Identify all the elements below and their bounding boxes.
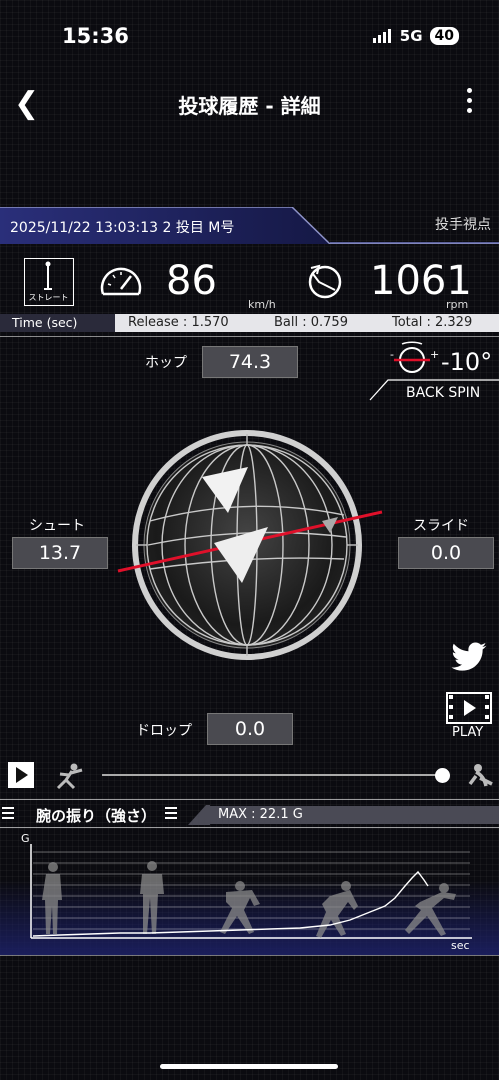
list-icon-right xyxy=(165,807,177,822)
more-menu-icon[interactable] xyxy=(467,88,473,118)
arm-swing-max: MAX : 22.1 G xyxy=(206,806,499,824)
speed-unit: km/h xyxy=(248,298,276,311)
arm-swing-title: 腕の振り（強さ） xyxy=(36,807,157,825)
pitch-type-badge: ストレート xyxy=(24,258,74,306)
divider xyxy=(0,955,499,956)
status-time: 15:36 xyxy=(62,24,129,48)
pitch-type-label: ストレート xyxy=(28,293,69,302)
twitter-share-icon[interactable] xyxy=(450,642,488,674)
drop-value: 0.0 xyxy=(207,713,293,745)
svg-text:+: + xyxy=(430,348,439,361)
pitch-info: 2025/11/22 13:03:13 2 投目 M号 xyxy=(10,220,235,236)
spin-type-label: BACK SPIN xyxy=(406,385,481,401)
hop-value: 74.3 xyxy=(202,346,298,378)
play-label[interactable]: PLAY xyxy=(452,725,483,740)
speedometer-icon xyxy=(100,267,142,296)
play-button[interactable] xyxy=(8,762,34,788)
battery-icon: 40 xyxy=(429,27,459,45)
svg-text:-: - xyxy=(390,348,394,361)
follow-through-pose-icon xyxy=(468,764,493,787)
arm-swing-graph xyxy=(30,844,472,939)
straight-arrow-icon xyxy=(44,261,52,290)
slide-label: スライド xyxy=(413,518,469,534)
play-video-icon[interactable] xyxy=(446,692,492,724)
spin-axis-angle: -10° xyxy=(441,348,493,376)
play-icon xyxy=(16,767,28,783)
timing-label: Time (sec) xyxy=(0,314,115,332)
divider xyxy=(0,827,499,828)
slide-value: 0.0 xyxy=(398,537,494,569)
total-time: Total : 2.329 xyxy=(392,315,473,330)
hop-label: ホップ xyxy=(145,355,187,371)
network-label: 5G xyxy=(399,27,423,45)
spin-axis-icon: - + xyxy=(390,341,439,373)
speed-value: 86 xyxy=(166,258,217,304)
spin-rate-icon xyxy=(308,264,342,299)
drop-label: ドロップ xyxy=(136,723,192,739)
divider xyxy=(0,799,499,800)
page-title: 投球履歴 - 詳細 xyxy=(178,94,321,118)
shoot-label: シュート xyxy=(29,518,85,534)
playback-track[interactable] xyxy=(102,774,442,776)
playback-handle[interactable] xyxy=(435,768,450,783)
divider xyxy=(0,336,499,337)
signal-icon xyxy=(372,29,391,43)
list-icon-left xyxy=(2,807,14,822)
spin-unit: rpm xyxy=(446,298,469,311)
view-toggle-button[interactable]: 投手視点 xyxy=(435,214,491,234)
windup-pose-icon xyxy=(56,763,83,790)
release-time: Release : 1.570 xyxy=(128,315,229,330)
home-indicator xyxy=(160,1064,338,1069)
status-indicators: 5G 40 xyxy=(372,27,459,45)
shoot-value: 13.7 xyxy=(12,537,108,569)
spin-axis-globe xyxy=(117,430,383,660)
ball-time: Ball : 0.759 xyxy=(274,315,348,330)
